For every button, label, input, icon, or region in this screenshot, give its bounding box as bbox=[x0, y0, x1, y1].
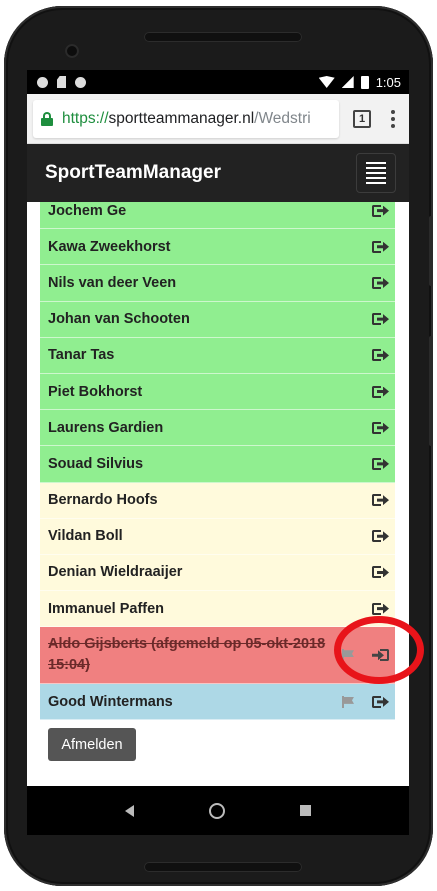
sign-out-icon[interactable] bbox=[372, 565, 389, 579]
address-bar[interactable]: https://sportteammanager.nl/Wedstri bbox=[33, 99, 339, 138]
player-row: Immanuel Paffen bbox=[40, 591, 395, 628]
tab-switcher-button[interactable]: 1 bbox=[353, 109, 371, 128]
player-row: Bernardo Hoofs bbox=[40, 482, 395, 519]
sign-out-icon[interactable] bbox=[372, 529, 389, 543]
player-name: Tanar Tas bbox=[48, 347, 115, 364]
sign-out-icon[interactable] bbox=[372, 204, 389, 218]
url-path: /Wedstri bbox=[254, 109, 311, 127]
sign-out-icon[interactable] bbox=[372, 385, 389, 399]
player-row: Jochem Ge bbox=[40, 202, 395, 230]
lock-icon bbox=[41, 111, 53, 126]
player-row: Denian Wieldraaijer bbox=[40, 554, 395, 592]
menu-toggle-button[interactable] bbox=[356, 153, 396, 193]
sync-icon bbox=[75, 76, 86, 88]
url-scheme: https:// bbox=[62, 109, 109, 127]
volume-button bbox=[429, 336, 433, 446]
back-icon[interactable] bbox=[124, 804, 134, 817]
clock: 1:05 bbox=[375, 74, 401, 90]
player-row: Johan van Schooten bbox=[40, 301, 395, 338]
screen: 1:05 https://sportteammanager.nl/Wedstri… bbox=[27, 70, 409, 835]
player-name: Kawa Zweekhorst bbox=[48, 238, 171, 255]
front-camera bbox=[65, 44, 79, 58]
player-row: Piet Bokhorst bbox=[40, 373, 395, 411]
player-name: Johan van Schooten bbox=[48, 311, 190, 328]
sign-out-icon[interactable] bbox=[372, 493, 389, 507]
power-button bbox=[429, 216, 433, 286]
status-bar: 1:05 bbox=[27, 70, 409, 94]
brand-title[interactable]: SportTeamManager bbox=[45, 162, 221, 184]
player-row: Laurens Gardien bbox=[40, 410, 395, 447]
player-name: Piet Bokhorst bbox=[48, 383, 143, 400]
player-name: Denian Wieldraaijer bbox=[48, 564, 183, 581]
player-name: Vildan Boll bbox=[48, 528, 123, 545]
more-options-icon[interactable] bbox=[391, 109, 395, 128]
site-navbar: SportTeamManager bbox=[27, 144, 409, 202]
sign-out-icon[interactable] bbox=[372, 276, 389, 290]
player-row: Kawa Zweekhorst bbox=[40, 229, 395, 266]
bottom-speaker bbox=[144, 862, 302, 872]
sign-out-icon[interactable] bbox=[372, 312, 389, 326]
sign-out-icon[interactable] bbox=[372, 695, 389, 709]
sign-out-icon[interactable] bbox=[372, 421, 389, 435]
sign-out-icon[interactable] bbox=[372, 348, 389, 362]
browser-toolbar: https://sportteammanager.nl/Wedstri 1 bbox=[27, 94, 409, 144]
player-name: Immanuel Paffen bbox=[48, 600, 165, 617]
player-row: Vildan Boll bbox=[40, 518, 395, 555]
player-row: Souad Silvius bbox=[40, 446, 395, 483]
home-icon[interactable] bbox=[208, 802, 225, 819]
sd-card-icon bbox=[57, 76, 66, 88]
player-name: Laurens Gardien bbox=[48, 419, 164, 436]
player-name: Good Wintermans bbox=[48, 693, 173, 710]
player-name: Souad Silvius bbox=[48, 455, 144, 472]
sign-out-icon[interactable] bbox=[372, 240, 389, 254]
player-row: Nils van deer Veen bbox=[40, 265, 395, 302]
player-row: Tanar Tas bbox=[40, 337, 395, 374]
flag-icon[interactable] bbox=[342, 695, 354, 708]
notification-icon bbox=[37, 76, 48, 88]
main-content: Jochem Ge Kawa Zweekhorst Nils van deer Ve… bbox=[27, 202, 409, 787]
recent-apps-icon[interactable] bbox=[300, 805, 312, 816]
player-row: Good Wintermans bbox=[40, 684, 395, 721]
sign-out-icon[interactable] bbox=[372, 602, 389, 616]
highlight-circle bbox=[334, 616, 424, 684]
earpiece-speaker bbox=[144, 32, 302, 42]
battery-icon bbox=[360, 75, 369, 89]
player-name: Jochem Ge bbox=[48, 202, 127, 219]
wifi-icon bbox=[318, 76, 335, 88]
signal-icon bbox=[341, 76, 354, 88]
afmelden-button[interactable]: Afmelden bbox=[48, 728, 136, 761]
player-name: Nils van deer Veen bbox=[48, 274, 177, 291]
sign-out-icon[interactable] bbox=[372, 457, 389, 471]
url-host: sportteammanager.nl bbox=[108, 109, 255, 127]
player-name: Bernardo Hoofs bbox=[48, 492, 158, 509]
player-name: Aldo Gijsberts (afgemeld op 05-okt-2018 … bbox=[48, 636, 326, 674]
android-nav-bar bbox=[27, 786, 409, 835]
